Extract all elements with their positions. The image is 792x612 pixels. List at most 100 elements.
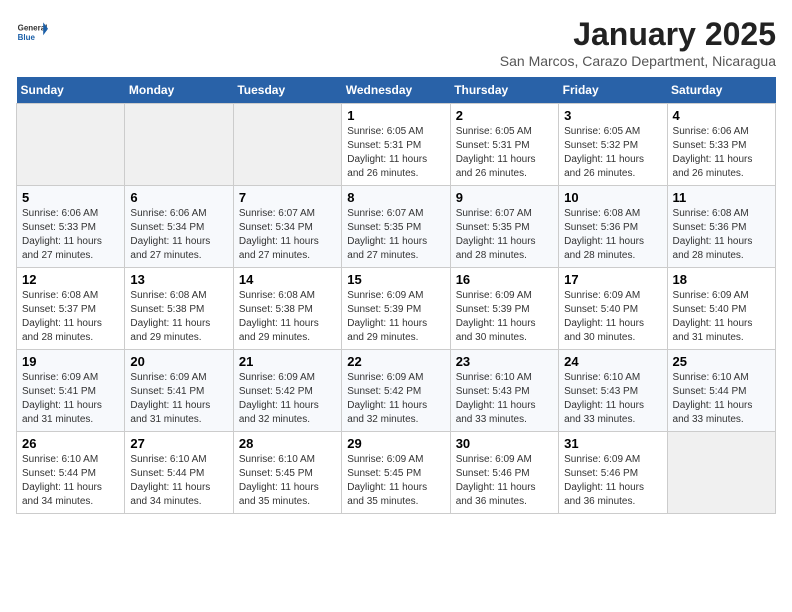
day-info: Sunrise: 6:10 AM Sunset: 5:43 PM Dayligh… xyxy=(456,371,553,427)
day-info: Sunrise: 6:10 AM Sunset: 5:44 PM Dayligh… xyxy=(673,371,770,427)
daylight-text: Daylight: 11 hours and 28 minutes. xyxy=(564,236,644,261)
calendar-day-cell: 15 Sunrise: 6:09 AM Sunset: 5:39 PM Dayl… xyxy=(342,268,450,350)
sunrise-text: Sunrise: 6:08 AM xyxy=(673,208,749,219)
sunrise-text: Sunrise: 6:08 AM xyxy=(22,290,98,301)
day-number: 5 xyxy=(22,190,119,205)
day-number: 24 xyxy=(564,354,661,369)
sunset-text: Sunset: 5:45 PM xyxy=(347,468,421,479)
sunset-text: Sunset: 5:41 PM xyxy=(130,386,204,397)
day-number: 9 xyxy=(456,190,553,205)
daylight-text: Daylight: 11 hours and 31 minutes. xyxy=(673,318,753,343)
weekday-header-cell: Sunday xyxy=(17,77,125,104)
sunrise-text: Sunrise: 6:09 AM xyxy=(347,290,423,301)
day-number: 28 xyxy=(239,436,336,451)
daylight-text: Daylight: 11 hours and 29 minutes. xyxy=(130,318,210,343)
day-info: Sunrise: 6:05 AM Sunset: 5:31 PM Dayligh… xyxy=(456,125,553,181)
day-number: 25 xyxy=(673,354,770,369)
sunset-text: Sunset: 5:35 PM xyxy=(347,222,421,233)
day-info: Sunrise: 6:05 AM Sunset: 5:32 PM Dayligh… xyxy=(564,125,661,181)
day-number: 11 xyxy=(673,190,770,205)
day-info: Sunrise: 6:08 AM Sunset: 5:36 PM Dayligh… xyxy=(673,207,770,263)
sunrise-text: Sunrise: 6:08 AM xyxy=(564,208,640,219)
day-number: 12 xyxy=(22,272,119,287)
calendar-day-cell: 26 Sunrise: 6:10 AM Sunset: 5:44 PM Dayl… xyxy=(17,432,125,514)
calendar-day-cell: 23 Sunrise: 6:10 AM Sunset: 5:43 PM Dayl… xyxy=(450,350,558,432)
day-number: 20 xyxy=(130,354,227,369)
day-number: 2 xyxy=(456,108,553,123)
sunset-text: Sunset: 5:36 PM xyxy=(673,222,747,233)
day-number: 14 xyxy=(239,272,336,287)
daylight-text: Daylight: 11 hours and 28 minutes. xyxy=(456,236,536,261)
calendar-day-cell: 21 Sunrise: 6:09 AM Sunset: 5:42 PM Dayl… xyxy=(233,350,341,432)
day-info: Sunrise: 6:08 AM Sunset: 5:38 PM Dayligh… xyxy=(130,289,227,345)
sunset-text: Sunset: 5:42 PM xyxy=(239,386,313,397)
month-title: January 2025 xyxy=(500,16,776,53)
sunrise-text: Sunrise: 6:09 AM xyxy=(130,372,206,383)
daylight-text: Daylight: 11 hours and 32 minutes. xyxy=(239,400,319,425)
day-info: Sunrise: 6:06 AM Sunset: 5:34 PM Dayligh… xyxy=(130,207,227,263)
weekday-header-cell: Thursday xyxy=(450,77,558,104)
day-number: 19 xyxy=(22,354,119,369)
day-number: 27 xyxy=(130,436,227,451)
day-number: 21 xyxy=(239,354,336,369)
calendar-day-cell xyxy=(125,104,233,186)
sunset-text: Sunset: 5:43 PM xyxy=(456,386,530,397)
sunrise-text: Sunrise: 6:10 AM xyxy=(564,372,640,383)
sunset-text: Sunset: 5:44 PM xyxy=(22,468,96,479)
sunrise-text: Sunrise: 6:09 AM xyxy=(564,454,640,465)
day-number: 22 xyxy=(347,354,444,369)
day-number: 18 xyxy=(673,272,770,287)
sunrise-text: Sunrise: 6:10 AM xyxy=(456,372,532,383)
calendar-day-cell: 10 Sunrise: 6:08 AM Sunset: 5:36 PM Dayl… xyxy=(559,186,667,268)
title-block: January 2025 San Marcos, Carazo Departme… xyxy=(500,16,776,69)
day-info: Sunrise: 6:06 AM Sunset: 5:33 PM Dayligh… xyxy=(673,125,770,181)
calendar-day-cell: 20 Sunrise: 6:09 AM Sunset: 5:41 PM Dayl… xyxy=(125,350,233,432)
daylight-text: Daylight: 11 hours and 29 minutes. xyxy=(239,318,319,343)
day-info: Sunrise: 6:08 AM Sunset: 5:36 PM Dayligh… xyxy=(564,207,661,263)
sunset-text: Sunset: 5:41 PM xyxy=(22,386,96,397)
calendar-day-cell: 3 Sunrise: 6:05 AM Sunset: 5:32 PM Dayli… xyxy=(559,104,667,186)
sunrise-text: Sunrise: 6:09 AM xyxy=(673,290,749,301)
calendar-day-cell: 25 Sunrise: 6:10 AM Sunset: 5:44 PM Dayl… xyxy=(667,350,775,432)
page-header: General Blue January 2025 San Marcos, Ca… xyxy=(16,16,776,69)
day-number: 26 xyxy=(22,436,119,451)
calendar-day-cell xyxy=(233,104,341,186)
day-info: Sunrise: 6:09 AM Sunset: 5:40 PM Dayligh… xyxy=(564,289,661,345)
calendar-week-row: 19 Sunrise: 6:09 AM Sunset: 5:41 PM Dayl… xyxy=(17,350,776,432)
logo-icon: General Blue xyxy=(16,16,48,48)
calendar-day-cell: 30 Sunrise: 6:09 AM Sunset: 5:46 PM Dayl… xyxy=(450,432,558,514)
day-info: Sunrise: 6:07 AM Sunset: 5:35 PM Dayligh… xyxy=(347,207,444,263)
day-info: Sunrise: 6:09 AM Sunset: 5:41 PM Dayligh… xyxy=(22,371,119,427)
day-info: Sunrise: 6:09 AM Sunset: 5:45 PM Dayligh… xyxy=(347,453,444,509)
calendar-day-cell: 28 Sunrise: 6:10 AM Sunset: 5:45 PM Dayl… xyxy=(233,432,341,514)
sunset-text: Sunset: 5:44 PM xyxy=(673,386,747,397)
calendar-week-row: 26 Sunrise: 6:10 AM Sunset: 5:44 PM Dayl… xyxy=(17,432,776,514)
day-number: 29 xyxy=(347,436,444,451)
daylight-text: Daylight: 11 hours and 36 minutes. xyxy=(564,482,644,507)
daylight-text: Daylight: 11 hours and 33 minutes. xyxy=(564,400,644,425)
daylight-text: Daylight: 11 hours and 28 minutes. xyxy=(22,318,102,343)
day-number: 8 xyxy=(347,190,444,205)
day-info: Sunrise: 6:07 AM Sunset: 5:35 PM Dayligh… xyxy=(456,207,553,263)
day-info: Sunrise: 6:09 AM Sunset: 5:41 PM Dayligh… xyxy=(130,371,227,427)
calendar-week-row: 5 Sunrise: 6:06 AM Sunset: 5:33 PM Dayli… xyxy=(17,186,776,268)
sunrise-text: Sunrise: 6:07 AM xyxy=(456,208,532,219)
sunrise-text: Sunrise: 6:05 AM xyxy=(564,126,640,137)
weekday-header-cell: Tuesday xyxy=(233,77,341,104)
daylight-text: Daylight: 11 hours and 26 minutes. xyxy=(673,154,753,179)
sunrise-text: Sunrise: 6:09 AM xyxy=(347,454,423,465)
sunset-text: Sunset: 5:42 PM xyxy=(347,386,421,397)
day-info: Sunrise: 6:09 AM Sunset: 5:39 PM Dayligh… xyxy=(456,289,553,345)
sunset-text: Sunset: 5:35 PM xyxy=(456,222,530,233)
daylight-text: Daylight: 11 hours and 32 minutes. xyxy=(347,400,427,425)
day-number: 23 xyxy=(456,354,553,369)
sunrise-text: Sunrise: 6:06 AM xyxy=(22,208,98,219)
daylight-text: Daylight: 11 hours and 26 minutes. xyxy=(564,154,644,179)
weekday-header-cell: Friday xyxy=(559,77,667,104)
sunset-text: Sunset: 5:38 PM xyxy=(130,304,204,315)
day-number: 16 xyxy=(456,272,553,287)
day-info: Sunrise: 6:09 AM Sunset: 5:40 PM Dayligh… xyxy=(673,289,770,345)
daylight-text: Daylight: 11 hours and 26 minutes. xyxy=(456,154,536,179)
calendar-day-cell: 19 Sunrise: 6:09 AM Sunset: 5:41 PM Dayl… xyxy=(17,350,125,432)
day-number: 6 xyxy=(130,190,227,205)
